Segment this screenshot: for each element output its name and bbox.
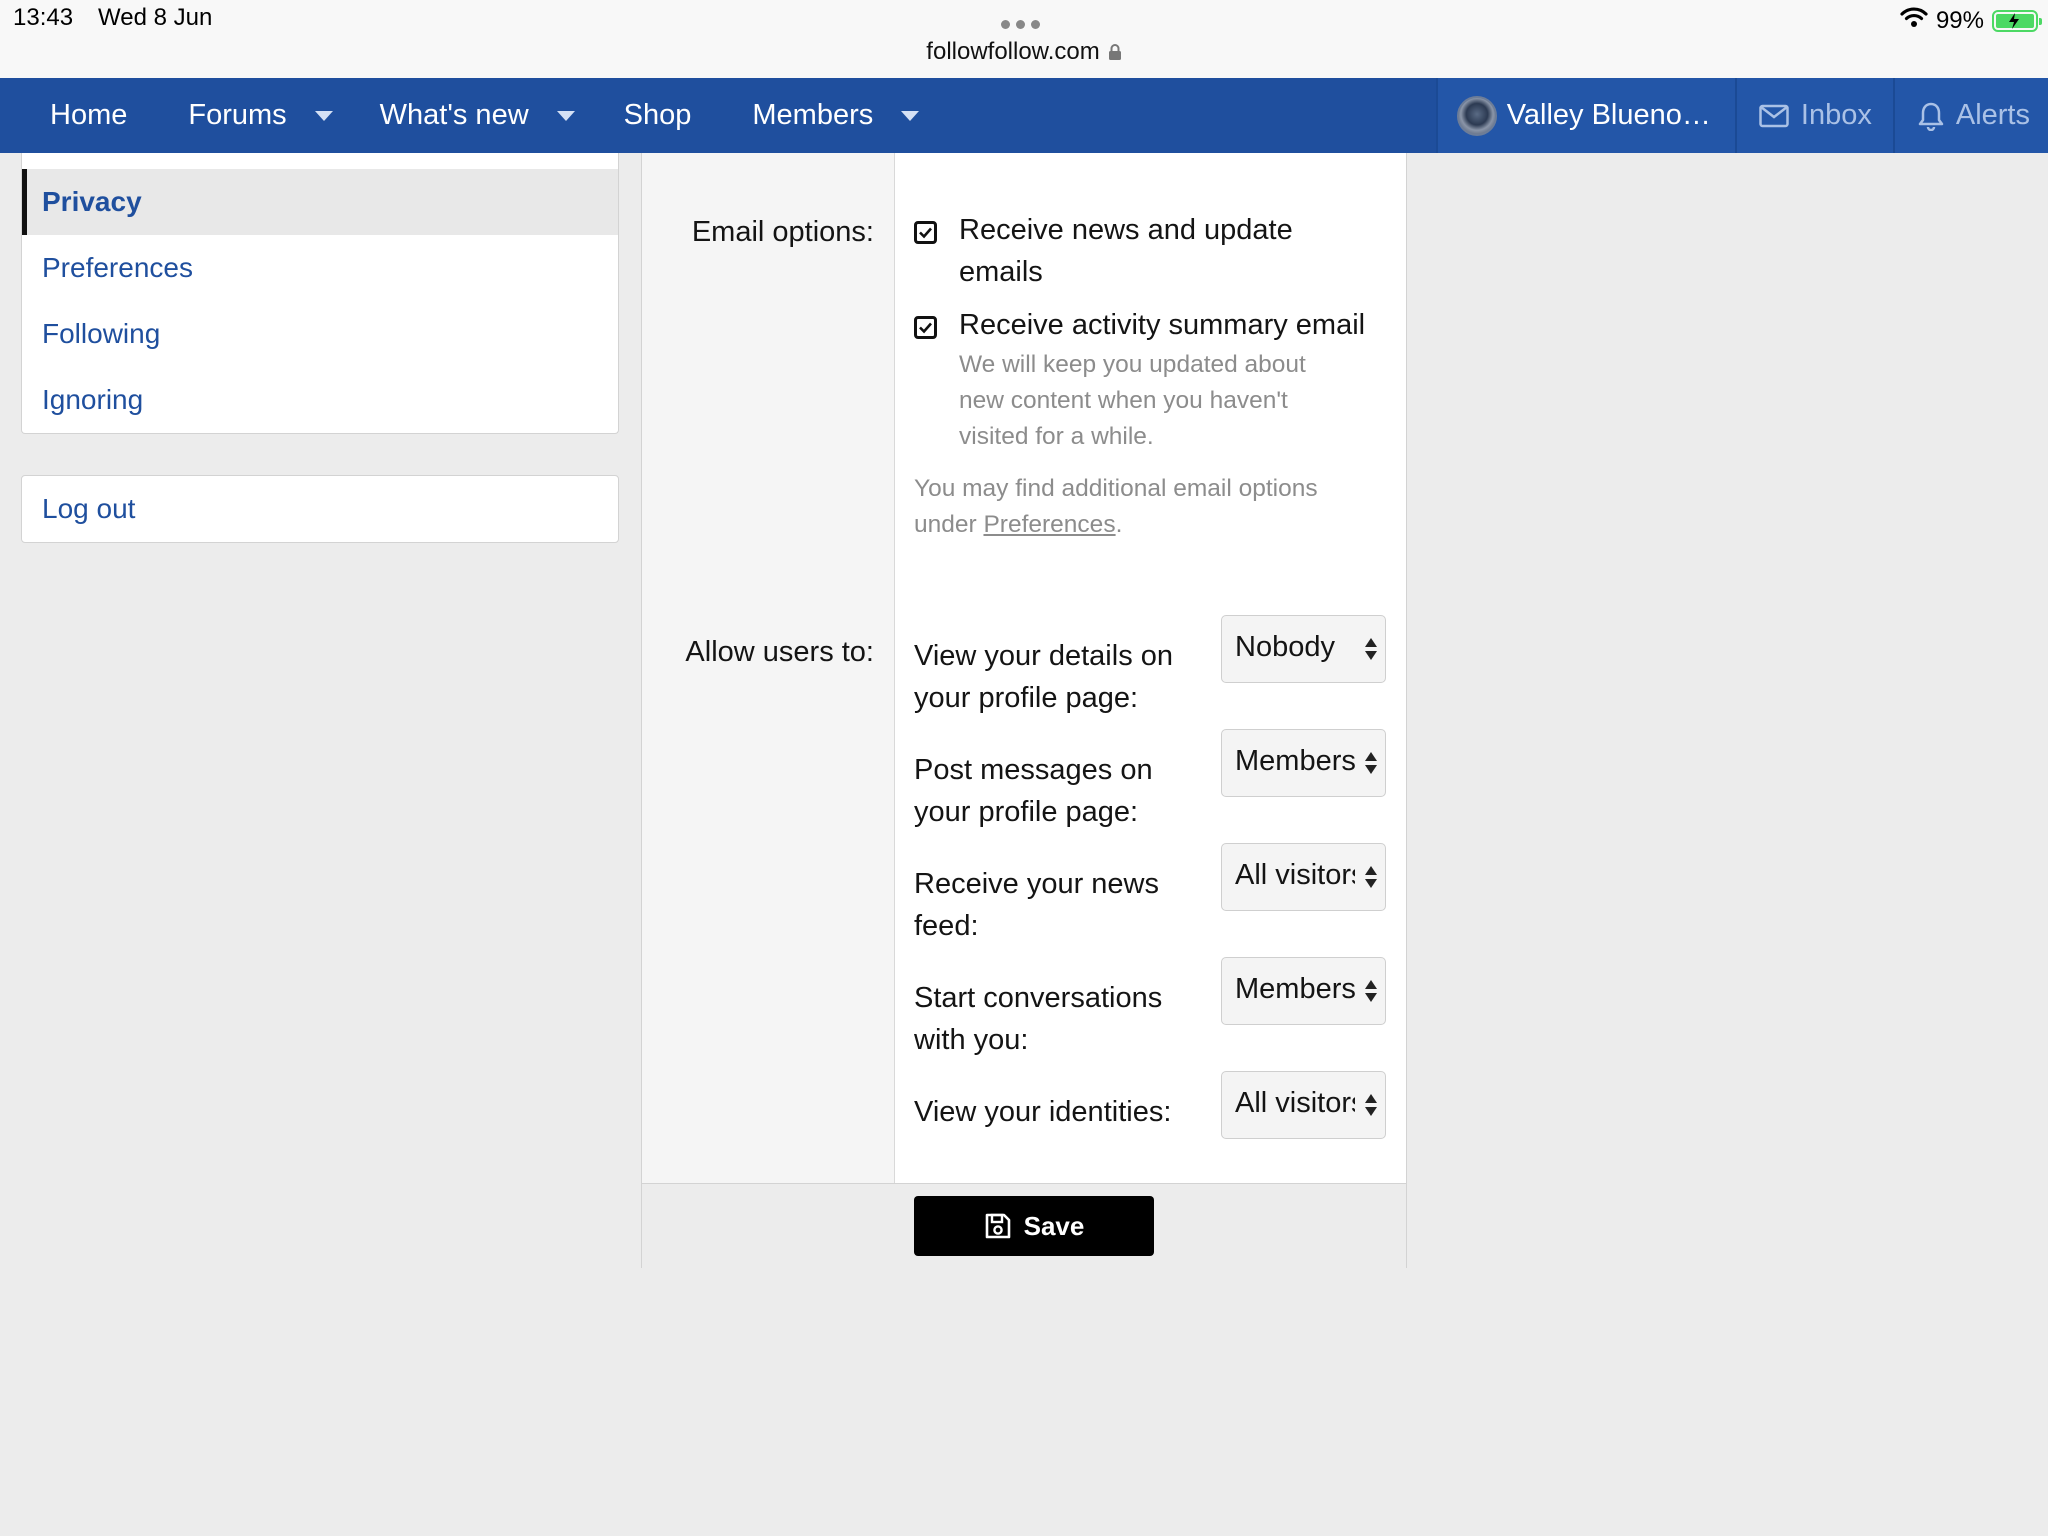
nav-shop[interactable]: Shop [624, 99, 753, 132]
news-emails-line1: Receive news and update [959, 214, 1293, 246]
status-indicators: 99% [1900, 6, 2042, 35]
status-bar: 13:43 Wed 8 Jun followfollow.com 99% [0, 0, 2048, 78]
more-dots-icon[interactable] [1001, 20, 1040, 29]
lock-icon [1108, 40, 1122, 68]
conversations-select[interactable]: Members [1221, 957, 1386, 1025]
chevron-down-icon[interactable] [901, 110, 920, 121]
hint-line: new content when you haven't [959, 387, 1288, 414]
select-arrows-icon [1364, 866, 1378, 890]
activity-summary-label[interactable]: Receive activity summary email [959, 304, 1365, 346]
status-time: 13:43 [13, 4, 74, 31]
nav-forums-label: Forums [188, 99, 287, 131]
perm-news-feed-label: Receive your news feed: [914, 863, 1204, 947]
perm-line: Receive your news [914, 868, 1159, 900]
preferences-link[interactable]: Preferences [983, 511, 1115, 538]
nav-inbox[interactable]: Inbox [1734, 78, 1893, 153]
select-arrows-icon [1364, 752, 1378, 776]
news-emails-checkbox[interactable] [914, 221, 937, 244]
perm-conversations-label: Start conversations with you: [914, 977, 1204, 1061]
email-note-suffix: . [1115, 511, 1123, 538]
chevron-down-icon[interactable] [556, 110, 575, 121]
form-footer: Save [642, 1183, 1406, 1268]
nav-home-label: Home [50, 99, 128, 131]
sidebar-item-privacy[interactable]: Privacy [22, 169, 618, 235]
perm-line: with you: [914, 1024, 1029, 1056]
news-emails-label[interactable]: Receive news and update emails [959, 209, 1293, 293]
perm-view-details-label: View your details on your profile page: [914, 635, 1204, 719]
nav-user-label: Valley Blueno… [1506, 99, 1711, 131]
select-value: All visitors [1235, 859, 1355, 891]
email-note-line1: You may find additional email options [914, 475, 1318, 502]
envelope-icon [1759, 104, 1789, 128]
perm-line: Start conversations [914, 982, 1163, 1014]
select-value: All visitors [1235, 1087, 1355, 1119]
sidebar-item-following[interactable]: Following [22, 301, 618, 367]
nav-home[interactable]: Home [50, 99, 188, 132]
nav-whats-new-label: What's new [379, 99, 529, 131]
post-messages-select[interactable]: Members [1221, 729, 1386, 797]
hint-line: We will keep you updated about [959, 351, 1306, 378]
select-arrows-icon [1364, 638, 1378, 662]
select-arrows-icon [1364, 980, 1378, 1004]
email-options-label: Email options: [691, 216, 874, 248]
select-arrows-icon [1364, 1094, 1378, 1118]
address-bar[interactable]: followfollow.com [0, 38, 2048, 68]
news-emails-line2: emails [959, 256, 1043, 288]
nav-alerts[interactable]: Alerts [1892, 78, 2048, 153]
nav-user-account[interactable]: Valley Blueno… [1435, 78, 1735, 153]
url-text: followfollow.com [926, 38, 1100, 65]
select-value: Nobody [1235, 631, 1335, 663]
perm-line: View your identities: [914, 1096, 1172, 1128]
email-options-note: You may find additional email options un… [914, 471, 1384, 543]
nav-forums[interactable]: Forums [188, 99, 379, 132]
label-column: Email options: Allow users to: [642, 153, 895, 1183]
nav-alerts-label: Alerts [1955, 99, 2030, 131]
save-label: Save [1023, 1210, 1085, 1241]
status-date: Wed 8 Jun [98, 4, 213, 31]
nav-members[interactable]: Members [752, 99, 949, 132]
email-note-prefix: under [914, 511, 984, 538]
account-menu: Privacy Preferences Following Ignoring [21, 153, 619, 434]
privacy-form: Email options: Allow users to: Receive n… [641, 153, 1407, 1268]
view-details-select[interactable]: Nobody [1221, 615, 1386, 683]
nav-inbox-label: Inbox [1800, 99, 1872, 131]
perm-line: View your details on [914, 640, 1174, 672]
activity-summary-checkbox[interactable] [914, 316, 937, 339]
battery-percent: 99% [1935, 6, 1984, 34]
battery-icon [1992, 9, 2042, 32]
logout-link[interactable]: Log out [22, 476, 618, 542]
nav-whats-new[interactable]: What's new [380, 99, 624, 132]
select-value: Members [1235, 745, 1355, 777]
perm-identities-label: View your identities: [914, 1091, 1204, 1133]
select-value: Members [1235, 973, 1355, 1005]
hint-line: visited for a while. [959, 423, 1154, 450]
avatar [1456, 95, 1497, 136]
logout-card: Log out [21, 475, 619, 543]
main-navbar: Home Forums What's new Shop Members Vall… [0, 78, 2048, 153]
perm-post-messages-label: Post messages on your profile page: [914, 749, 1204, 833]
nav-shop-label: Shop [623, 99, 692, 131]
news-feed-select[interactable]: All visitors [1221, 843, 1386, 911]
activity-summary-hint: We will keep you updated about new conte… [959, 347, 1306, 455]
save-button[interactable]: Save [914, 1196, 1154, 1256]
identities-select[interactable]: All visitors [1221, 1071, 1386, 1139]
chevron-down-icon[interactable] [314, 110, 333, 121]
save-icon [984, 1212, 1012, 1240]
perm-line: your profile page: [914, 682, 1139, 714]
perm-line: your profile page: [914, 796, 1139, 828]
nav-members-label: Members [752, 99, 874, 131]
bell-icon [1918, 101, 1944, 131]
sidebar-item-ignoring[interactable]: Ignoring [22, 367, 618, 433]
perm-line: feed: [914, 910, 979, 942]
allow-users-label: Allow users to: [685, 636, 874, 668]
sidebar-item-preferences[interactable]: Preferences [22, 235, 618, 301]
wifi-icon [1900, 6, 1928, 35]
perm-line: Post messages on [914, 754, 1153, 786]
